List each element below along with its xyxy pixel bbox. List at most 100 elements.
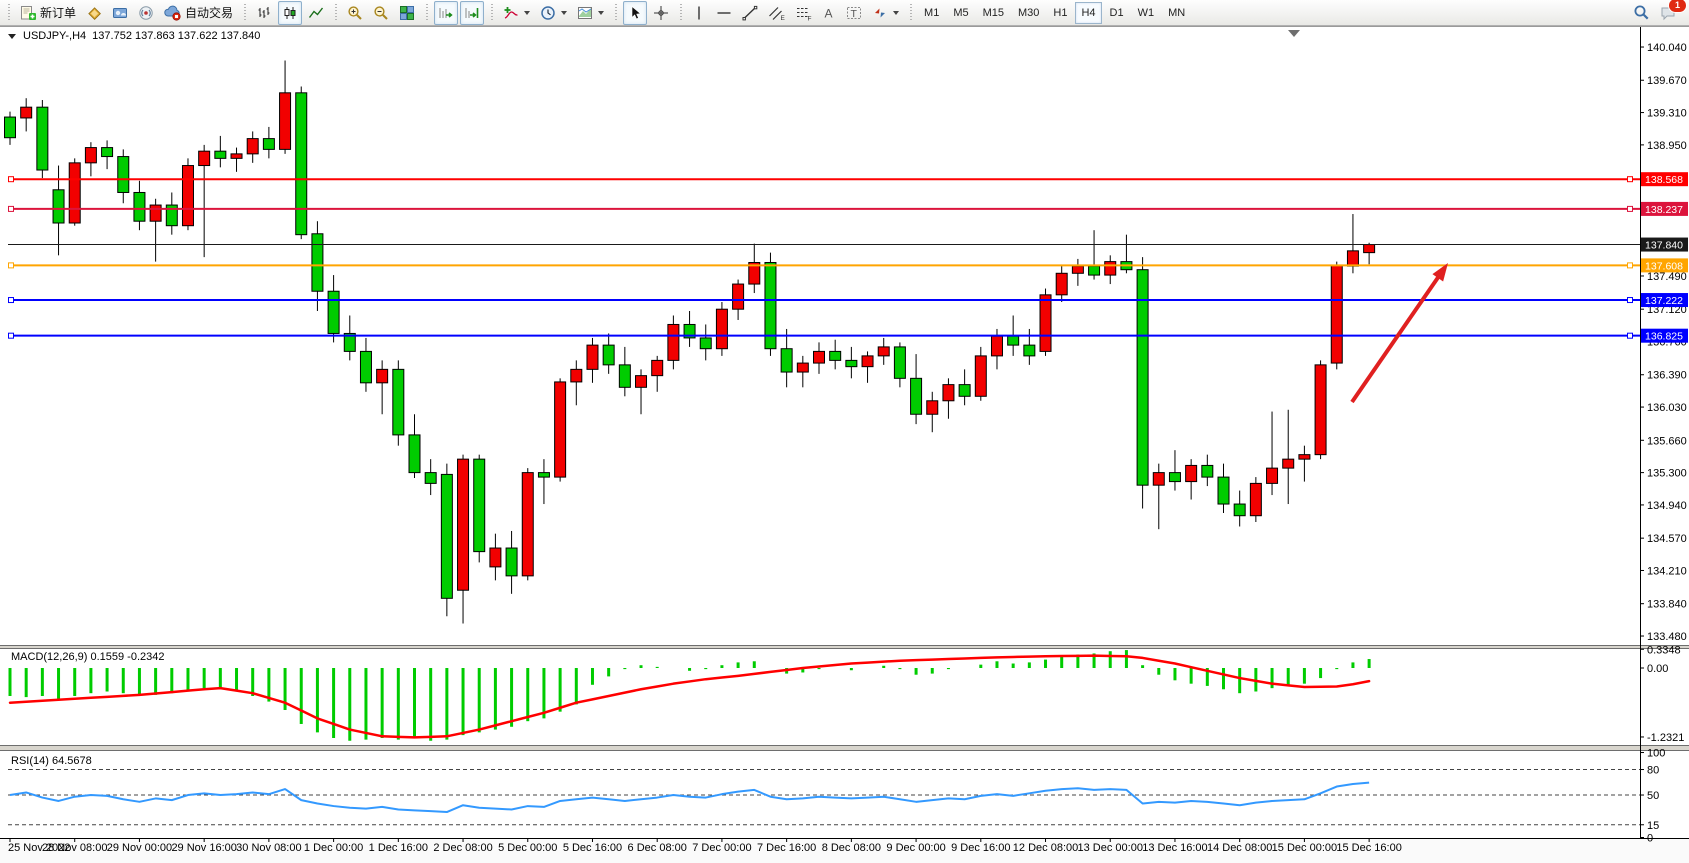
candle xyxy=(975,356,986,396)
equidistant-channel-button[interactable]: E xyxy=(764,1,789,25)
candle xyxy=(1008,336,1019,345)
timeframe-d1[interactable]: D1 xyxy=(1104,2,1130,24)
candle xyxy=(943,385,954,401)
search-icon xyxy=(1633,4,1650,21)
notification-badge: 1 xyxy=(1668,0,1687,13)
horizontal-line-button[interactable] xyxy=(712,1,736,25)
time-label: 6 Dec 08:00 xyxy=(628,842,687,854)
candle xyxy=(118,157,129,193)
hline-marker[interactable] xyxy=(9,298,14,303)
templates-button[interactable] xyxy=(573,1,608,25)
timeframe-m15[interactable]: M15 xyxy=(977,2,1010,24)
text-button[interactable]: A xyxy=(818,1,840,25)
hline-marker[interactable] xyxy=(9,206,14,211)
timeframe-h4[interactable]: H4 xyxy=(1075,2,1101,24)
indicators-button[interactable] xyxy=(499,1,534,25)
tile-windows-icon xyxy=(399,5,415,21)
vertical-line-button[interactable] xyxy=(688,1,710,25)
candle xyxy=(814,351,825,363)
candle xyxy=(182,166,193,226)
timeframe-w1[interactable]: W1 xyxy=(1132,2,1161,24)
toolbar-grip[interactable] xyxy=(425,4,428,22)
toolbar-grip[interactable] xyxy=(243,4,246,22)
market-watch-button[interactable] xyxy=(108,1,132,25)
candle xyxy=(959,385,970,397)
chart-menu-icon[interactable] xyxy=(8,34,16,39)
hline-marker[interactable] xyxy=(9,333,14,338)
toolbar-grip[interactable] xyxy=(7,4,10,22)
auto-scroll-button[interactable] xyxy=(434,1,458,25)
zoom-out-button[interactable] xyxy=(369,1,393,25)
toolbar-grip[interactable] xyxy=(334,4,337,22)
profiles-button[interactable] xyxy=(82,1,106,25)
price-tag-label: 138.568 xyxy=(1645,174,1683,186)
chart-symbol-title: USDJPY-,H4 137.752 137.863 137.622 137.8… xyxy=(8,30,260,42)
toolbar-grip[interactable] xyxy=(909,4,912,22)
chart-canvas[interactable]: 140.040139.670139.310138.950137.490137.1… xyxy=(0,26,1689,863)
tile-windows-button[interactable] xyxy=(395,1,419,25)
arrows-icon xyxy=(872,5,888,21)
candle xyxy=(716,309,727,349)
candle xyxy=(522,473,533,576)
toolbar-grip[interactable] xyxy=(490,4,493,22)
candle xyxy=(1089,266,1100,275)
rsi-tick-label: 50 xyxy=(1647,790,1659,802)
price-tick-label: 140.040 xyxy=(1647,42,1687,54)
timeframe-h1[interactable]: H1 xyxy=(1047,2,1073,24)
candlestick-chart-button[interactable] xyxy=(278,1,302,25)
hline-marker[interactable] xyxy=(9,177,14,182)
fibonacci-button[interactable]: F xyxy=(791,1,816,25)
timeframe-m30[interactable]: M30 xyxy=(1012,2,1045,24)
chart-shift-icon xyxy=(464,5,480,21)
rsi-tick-label: 0 xyxy=(1647,833,1653,845)
fibonacci-icon: F xyxy=(795,5,812,21)
text-label-button[interactable]: T xyxy=(842,1,866,25)
timeframe-m5[interactable]: M5 xyxy=(947,2,974,24)
price-tick-label: 133.480 xyxy=(1647,631,1687,643)
chart-window[interactable]: 140.040139.670139.310138.950137.490137.1… xyxy=(0,26,1689,863)
time-label: 15 Dec 16:00 xyxy=(1336,842,1401,854)
bar-chart-button[interactable] xyxy=(252,1,276,25)
candle xyxy=(328,291,339,333)
new-order-button[interactable]: 新订单 xyxy=(16,1,80,25)
candle xyxy=(296,93,307,235)
timeframe-m1[interactable]: M1 xyxy=(918,2,945,24)
price-tick-label: 136.030 xyxy=(1647,402,1687,414)
hline-marker[interactable] xyxy=(1628,298,1633,303)
zoom-in-button[interactable] xyxy=(343,1,367,25)
autotrading-button[interactable]: 自动交易 xyxy=(160,1,237,25)
cursor-button[interactable] xyxy=(623,1,647,25)
candle xyxy=(102,148,113,157)
signals-icon xyxy=(138,5,154,21)
candle xyxy=(215,151,226,158)
arrows-button[interactable] xyxy=(868,1,903,25)
new-order-label: 新订单 xyxy=(40,4,76,21)
timeframe-mn[interactable]: MN xyxy=(1162,2,1191,24)
bar-chart-icon xyxy=(256,5,272,21)
hline-marker[interactable] xyxy=(1628,263,1633,268)
chart-shift-button[interactable] xyxy=(460,1,484,25)
crosshair-button[interactable] xyxy=(649,1,673,25)
price-tick-label: 138.950 xyxy=(1647,140,1687,152)
toolbar-grip[interactable] xyxy=(679,4,682,22)
candle xyxy=(21,107,32,118)
hline-marker[interactable] xyxy=(1628,177,1633,182)
candle xyxy=(409,435,420,473)
macd-tick-label: 0.3348 xyxy=(1647,644,1681,656)
toolbar-grip[interactable] xyxy=(614,4,617,22)
line-chart-button[interactable] xyxy=(304,1,328,25)
notifications-button[interactable]: 1 xyxy=(1656,1,1682,25)
chevron-down-icon xyxy=(561,11,567,15)
candle xyxy=(555,382,566,477)
candle xyxy=(1218,477,1229,504)
hline-marker[interactable] xyxy=(9,263,14,268)
hline-marker[interactable] xyxy=(1628,206,1633,211)
periods-button[interactable] xyxy=(536,1,571,25)
hline-marker[interactable] xyxy=(1628,333,1633,338)
signals-button[interactable] xyxy=(134,1,158,25)
time-label: 15 Dec 00:00 xyxy=(1272,842,1337,854)
trendline-button[interactable] xyxy=(738,1,762,25)
search-button[interactable] xyxy=(1629,1,1654,25)
candle xyxy=(991,336,1002,356)
svg-text:E: E xyxy=(781,15,786,21)
